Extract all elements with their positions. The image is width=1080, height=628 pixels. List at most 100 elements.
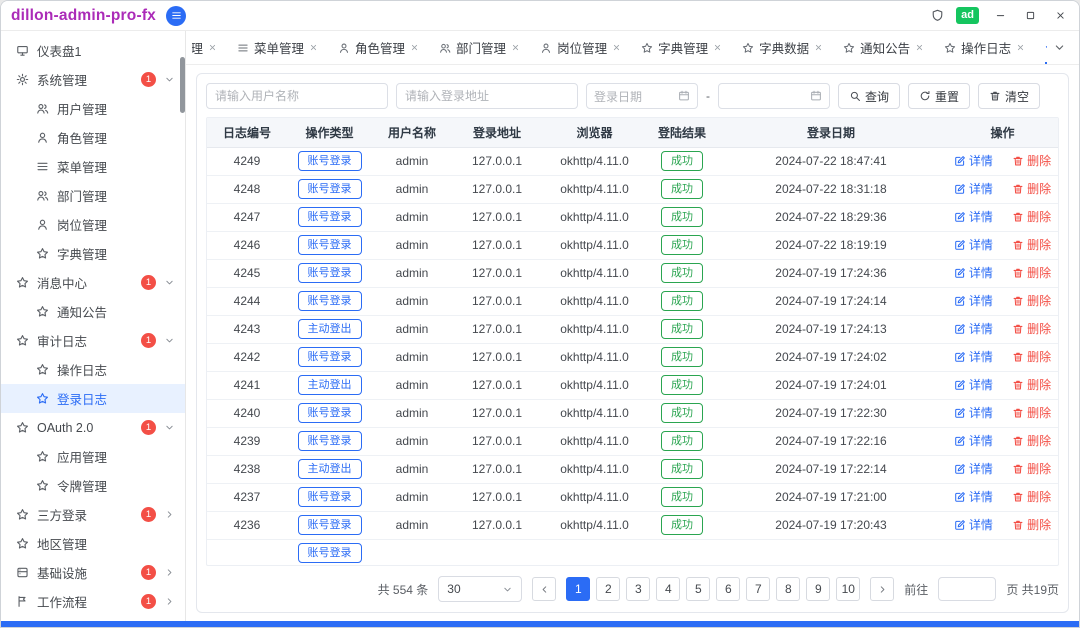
page-button-5[interactable]: 5: [686, 577, 710, 601]
tab-dept[interactable]: 部门管理: [439, 31, 520, 64]
sidebar-item-dept[interactable]: 部门管理: [1, 181, 185, 210]
sidebar-item-dict[interactable]: 字典管理: [1, 239, 185, 268]
delete-link[interactable]: 删除: [1012, 152, 1051, 169]
delete-link[interactable]: 删除: [1012, 348, 1051, 365]
page-button-9[interactable]: 9: [806, 577, 830, 601]
tab-post[interactable]: 岗位管理: [540, 31, 621, 64]
detail-link[interactable]: 详情: [954, 320, 993, 337]
page-button-8[interactable]: 8: [776, 577, 800, 601]
next-page-button[interactable]: [870, 577, 894, 601]
sidebar-item-token[interactable]: 令牌管理: [1, 471, 185, 500]
sidebar-item-menu[interactable]: 菜单管理: [1, 152, 185, 181]
page-button-4[interactable]: 4: [656, 577, 680, 601]
tab-operation-log[interactable]: 操作日志: [944, 31, 1025, 64]
tab-notice[interactable]: 通知公告: [843, 31, 924, 64]
sidebar-item-audit-log[interactable]: 审计日志 1: [1, 326, 185, 355]
page-button-10[interactable]: 10: [836, 577, 860, 601]
browser-cell: okhttp/4.11.0: [542, 371, 647, 399]
sidebar-item-dashboard1[interactable]: 仪表盘1: [1, 36, 185, 65]
delete-link[interactable]: 删除: [1012, 432, 1051, 449]
sidebar-item-message-center[interactable]: 消息中心 1: [1, 268, 185, 297]
page-button-1[interactable]: 1: [566, 577, 590, 601]
page-button-3[interactable]: 3: [626, 577, 650, 601]
tab-close-icon[interactable]: [410, 43, 419, 52]
username-cell: admin: [372, 315, 452, 343]
delete-link[interactable]: 删除: [1012, 488, 1051, 505]
sidebar-item-region[interactable]: 地区管理: [1, 529, 185, 558]
page-button-6[interactable]: 6: [716, 577, 740, 601]
hamburger-button[interactable]: [166, 6, 186, 26]
sidebar-item-operation-log[interactable]: 操作日志: [1, 355, 185, 384]
detail-link[interactable]: 详情: [954, 488, 993, 505]
detail-link[interactable]: 详情: [954, 432, 993, 449]
sidebar-item-system[interactable]: 系统管理 1: [1, 65, 185, 94]
login-address-input[interactable]: [396, 83, 578, 109]
tab-close-icon[interactable]: [915, 43, 924, 52]
tab-user[interactable]: 用户管理: [192, 31, 217, 64]
prev-page-button[interactable]: [532, 577, 556, 601]
detail-link[interactable]: 详情: [954, 404, 993, 421]
browser-cell: okhttp/4.11.0: [542, 203, 647, 231]
username-input[interactable]: [206, 83, 388, 109]
detail-link[interactable]: 详情: [954, 208, 993, 225]
delete-link[interactable]: 删除: [1012, 320, 1051, 337]
delete-link[interactable]: 删除: [1012, 404, 1051, 421]
delete-link[interactable]: 删除: [1012, 460, 1051, 477]
date-end-input[interactable]: [718, 83, 830, 109]
detail-link[interactable]: 详情: [954, 460, 993, 477]
page-size-select[interactable]: 30: [438, 576, 522, 602]
avatar-badge[interactable]: ad: [956, 7, 979, 23]
tab-close-icon[interactable]: [713, 43, 722, 52]
detail-link[interactable]: 详情: [954, 376, 993, 393]
tab-close-icon[interactable]: [612, 43, 621, 52]
delete-link[interactable]: 删除: [1012, 236, 1051, 253]
tab-close-icon[interactable]: [814, 43, 823, 52]
delete-link[interactable]: 删除: [1012, 516, 1051, 533]
sidebar-item-infra[interactable]: 基础设施 1: [1, 558, 185, 587]
tab-dict[interactable]: 字典管理: [641, 31, 722, 64]
delete-link[interactable]: 删除: [1012, 208, 1051, 225]
sidebar-item-third-login[interactable]: 三方登录 1: [1, 500, 185, 529]
tab-close-icon[interactable]: [511, 43, 520, 52]
detail-link[interactable]: 详情: [954, 180, 993, 197]
delete-link[interactable]: 删除: [1012, 376, 1051, 393]
tab-close-icon[interactable]: [309, 43, 318, 52]
sidebar-item-role[interactable]: 角色管理: [1, 123, 185, 152]
page-button-2[interactable]: 2: [596, 577, 620, 601]
close-button[interactable]: [1051, 7, 1069, 25]
sidebar-item-user[interactable]: 用户管理: [1, 94, 185, 123]
tab-close-icon[interactable]: [208, 43, 217, 52]
tab-role[interactable]: 角色管理: [338, 31, 419, 64]
tab-login-log[interactable]: 登录日志: [1045, 31, 1047, 64]
shield-icon[interactable]: [931, 9, 944, 22]
goto-page-input[interactable]: [938, 577, 996, 601]
detail-link[interactable]: 详情: [954, 516, 993, 533]
sidebar-item-app[interactable]: 应用管理: [1, 442, 185, 471]
detail-link[interactable]: 详情: [954, 236, 993, 253]
tabs-overflow-button[interactable]: [1047, 31, 1071, 64]
sidebar-item-post[interactable]: 岗位管理: [1, 210, 185, 239]
date-start-input[interactable]: 登录日期: [586, 83, 698, 109]
reset-button[interactable]: 重置: [908, 83, 970, 109]
delete-link[interactable]: 删除: [1012, 180, 1051, 197]
delete-link[interactable]: 删除: [1012, 292, 1051, 309]
sidebar-item-notice[interactable]: 通知公告: [1, 297, 185, 326]
delete-link[interactable]: 删除: [1012, 264, 1051, 281]
maximize-button[interactable]: [1021, 7, 1039, 25]
tab-dict-data[interactable]: 字典数据: [742, 31, 823, 64]
tab-menu[interactable]: 菜单管理: [237, 31, 318, 64]
minimize-button[interactable]: [991, 7, 1009, 25]
sidebar-item-oauth2[interactable]: OAuth 2.0 1: [1, 413, 185, 442]
detail-link[interactable]: 详情: [954, 292, 993, 309]
sidebar-item-workflow[interactable]: 工作流程 1: [1, 587, 185, 616]
clear-button[interactable]: 清空: [978, 83, 1040, 109]
tab-close-icon[interactable]: [1016, 43, 1025, 52]
detail-link[interactable]: 详情: [954, 152, 993, 169]
search-button[interactable]: 查询: [838, 83, 900, 109]
page-button-7[interactable]: 7: [746, 577, 770, 601]
sidebar-item-login-log[interactable]: 登录日志: [1, 384, 185, 413]
detail-link[interactable]: 详情: [954, 264, 993, 281]
sidebar-scrollbar[interactable]: [180, 57, 185, 113]
detail-link[interactable]: 详情: [954, 348, 993, 365]
box-icon: [16, 566, 29, 579]
